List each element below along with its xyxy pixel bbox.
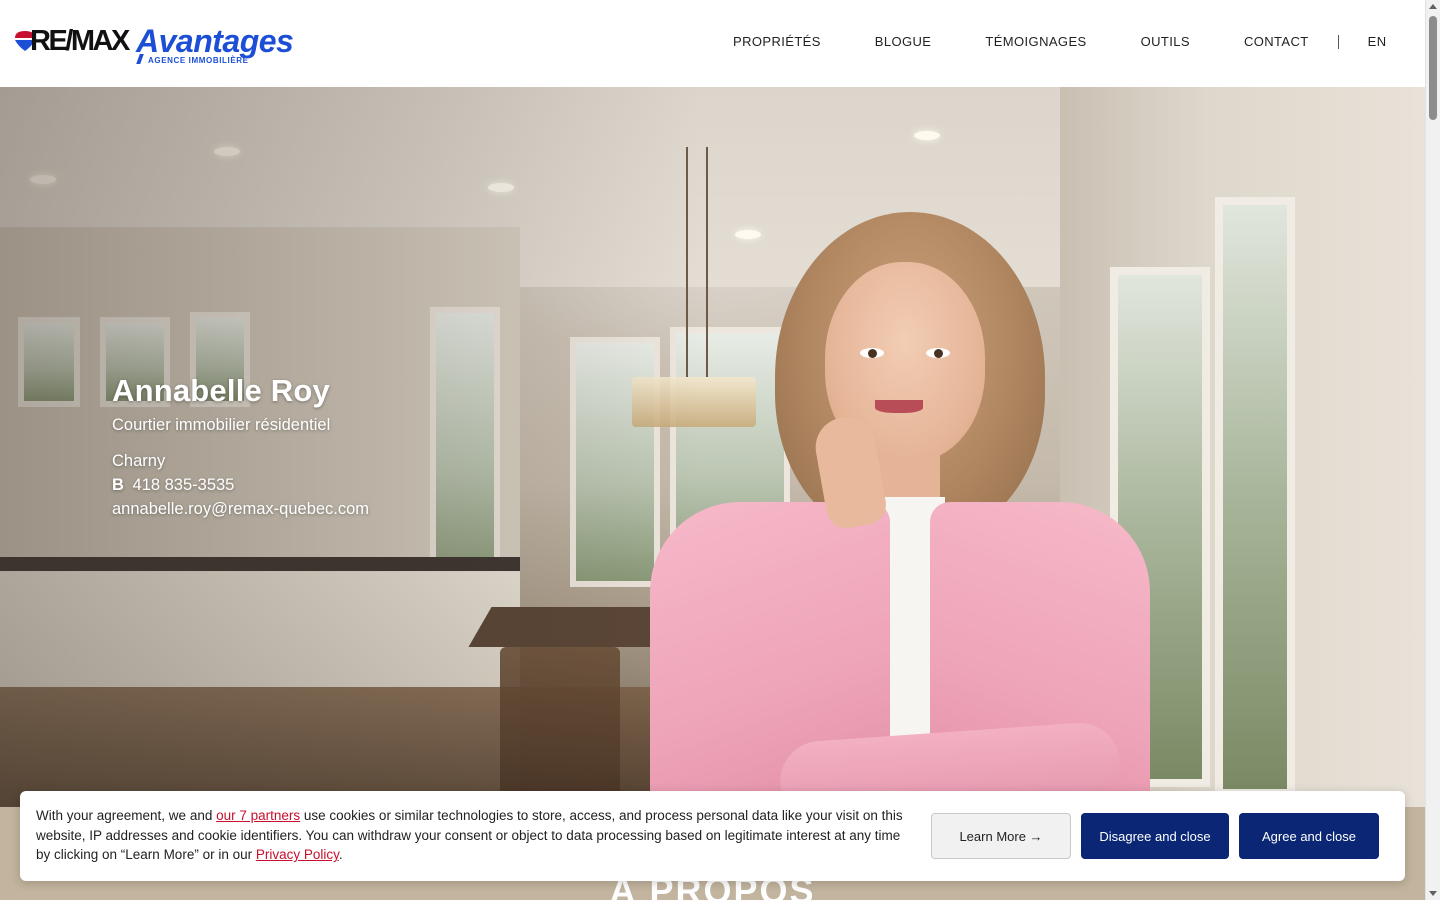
scrollbar-thumb[interactable] (1429, 16, 1437, 120)
nav-proprietes[interactable]: PROPRIÉTÉS (733, 34, 821, 49)
scroll-up-arrow-icon[interactable] (1429, 4, 1437, 9)
logo-remax-text: RE/MAX (30, 25, 130, 57)
main-nav: PROPRIÉTÉS BLOGUE TÉMOIGNAGES OUTILS CON… (733, 34, 1386, 49)
hero-patio-door (1215, 197, 1295, 797)
phone-number[interactable]: 418 835-3535 (133, 476, 235, 494)
cookie-text-end: . (338, 847, 343, 862)
nav-contact[interactable]: CONTACT (1244, 34, 1309, 49)
agent-mouth (875, 400, 923, 413)
partners-link[interactable]: our 7 partners (216, 808, 300, 823)
agent-eye (860, 348, 884, 358)
agree-close-button[interactable]: Agree and close (1239, 813, 1379, 859)
cookie-consent-banner: With your agreement, we and our 7 partne… (20, 791, 1405, 881)
ceiling-light (914, 131, 940, 140)
agent-info: Annabelle Roy Courtier immobilier réside… (112, 373, 369, 519)
nav-divider (1337, 34, 1339, 49)
scroll-down-arrow-icon[interactable] (1429, 891, 1437, 896)
agent-photo (650, 212, 1150, 807)
phone-label: B (112, 476, 124, 494)
page-scrollbar[interactable] (1425, 0, 1440, 900)
nav-outils[interactable]: OUTILS (1141, 34, 1190, 49)
agent-email[interactable]: annabelle.roy@remax-quebec.com (112, 499, 369, 519)
nav-temoignages[interactable]: TÉMOIGNAGES (985, 34, 1086, 49)
logo-tagline: AGENCE IMMOBILIÈRE (148, 56, 249, 65)
privacy-policy-link[interactable]: Privacy Policy (256, 847, 339, 862)
disagree-close-button[interactable]: Disagree and close (1081, 813, 1229, 859)
nav-blogue[interactable]: BLOGUE (875, 34, 932, 49)
agent-eye (926, 348, 950, 358)
language-switch[interactable]: EN (1368, 34, 1387, 49)
agent-phone[interactable]: B 418 835-3535 (112, 475, 369, 495)
logo-avantages-text: Avantages (136, 23, 294, 59)
cookie-text: With your agreement, we and our 7 partne… (36, 806, 911, 865)
agent-name: Annabelle Roy (112, 373, 330, 408)
agent-city: Charny (112, 452, 166, 470)
agent-title: Courtier immobilier résidentiel (112, 416, 331, 434)
remax-avantages-logo[interactable]: RE/MAX Avantages AGENCE IMMOBILIÈRE (14, 23, 294, 68)
learn-more-button[interactable]: Learn More → (931, 813, 1071, 859)
site-header: RE/MAX Avantages AGENCE IMMOBILIÈRE PROP… (0, 0, 1425, 87)
cookie-text-start: With your agreement, we and (36, 808, 217, 823)
